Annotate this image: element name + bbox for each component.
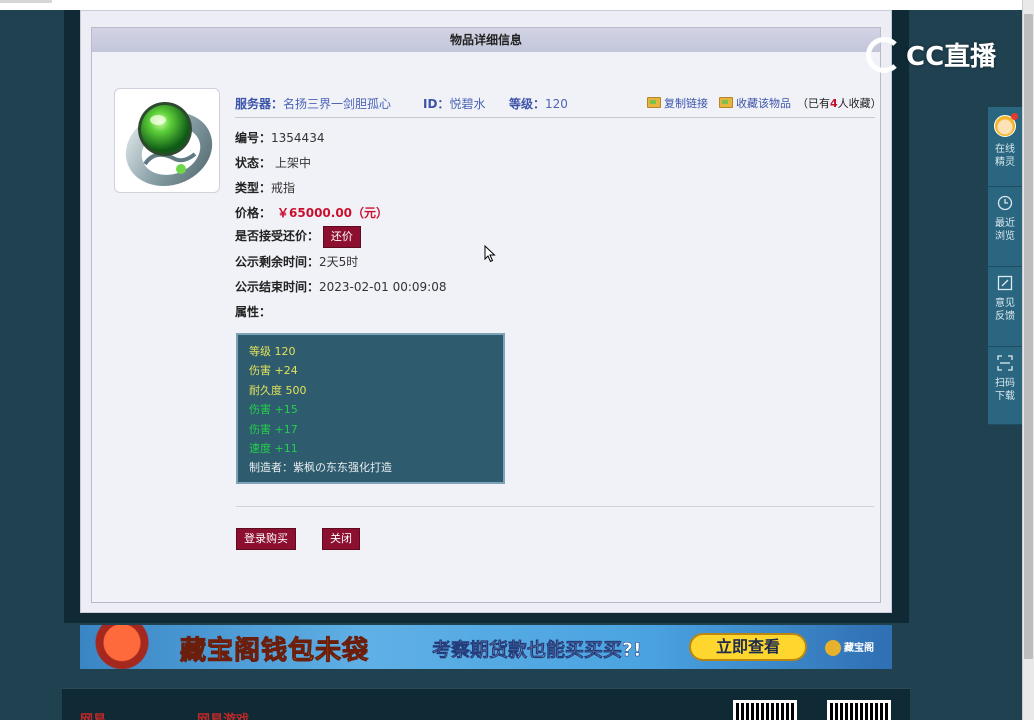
attribute-line: 伤害 +24 <box>249 364 298 378</box>
banner-view-button[interactable]: 立即查看 <box>689 633 807 661</box>
edit-icon <box>997 275 1013 291</box>
attributes-field: 属性： <box>235 303 271 320</box>
page-scrollbar[interactable] <box>1022 0 1034 720</box>
browser-tab-stub[interactable] <box>0 0 52 3</box>
banner-title: 藏宝阁钱包未袋 <box>179 636 370 667</box>
number-value: 1354434 <box>271 131 325 145</box>
item-detail-panel: 物品详细信息 服务器：名扬三界一剑胆孤心 ID：悦碧水 等级：120 复制链接 … <box>91 27 882 603</box>
avatar-icon <box>994 113 1018 137</box>
attributes-box: 等级 120 伤害 +24 耐久度 500 伤害 +15 伤害 +17 速度 +… <box>236 333 505 484</box>
scrollbar-thumb[interactable] <box>1024 14 1033 659</box>
netease-logo: 网易 <box>80 709 106 720</box>
copy-link-label: 复制链接 <box>664 97 708 110</box>
banner-subtitle: 考察期货款也能买买买?! <box>432 639 642 662</box>
side-item-recent[interactable]: 最近 浏览 <box>988 187 1022 267</box>
attribute-line: 等级 120 <box>249 345 296 358</box>
remaining-time-value: 2天5时 <box>319 255 359 269</box>
remaining-time-label: 公示剩余时间： <box>235 255 320 269</box>
type-label: 类型： <box>235 181 272 195</box>
id-field: ID：悦碧水 <box>423 95 485 112</box>
number-label: 编号： <box>235 131 272 145</box>
banner-logo: 藏宝阁 <box>825 639 874 656</box>
level-field: 等级：120 <box>509 95 568 112</box>
ring-image-icon <box>125 102 213 187</box>
id-label: ID： <box>423 97 450 111</box>
price-field: 价格： ￥65000.00（元） <box>235 204 388 221</box>
price-value: ￥65000.00（元） <box>277 206 389 220</box>
favorite-button[interactable]: 收藏该物品 <box>719 95 791 111</box>
clock-icon <box>997 195 1013 211</box>
side-item-feedback[interactable]: 意见 反馈 <box>988 267 1022 347</box>
id-value: 悦碧水 <box>449 97 486 111</box>
attributes-label: 属性： <box>235 305 272 319</box>
attribute-line: 速度 +11 <box>249 442 298 456</box>
copy-link-button[interactable]: 复制链接 <box>647 95 708 111</box>
end-time-value: 2023-02-01 00:09:08 <box>319 280 447 294</box>
favorite-label: 收藏该物品 <box>736 97 791 110</box>
end-time-field: 公示结束时间：2023-02-01 00:09:08 <box>235 278 446 295</box>
side-item-scan-download[interactable]: 扫码 下载 <box>988 347 1022 425</box>
item-header-row: 服务器：名扬三界一剑胆孤心 ID：悦碧水 等级：120 复制链接 收藏该物品 （… <box>235 90 882 118</box>
side-item-online-assistant[interactable]: 在线 精灵 <box>988 107 1022 187</box>
favorite-count: （已有4人收藏） <box>797 97 882 110</box>
netease-games-logo: 网易游戏 <box>197 709 249 720</box>
level-label: 等级： <box>509 97 546 111</box>
close-button[interactable]: 关闭 <box>322 528 360 550</box>
level-value: 120 <box>545 97 568 111</box>
status-value: 上架中 <box>275 156 312 170</box>
attribute-line: 伤害 +17 <box>249 422 298 436</box>
login-buy-button[interactable]: 登录购买 <box>236 528 296 550</box>
qr-code-icon <box>827 700 891 720</box>
bargain-button[interactable]: 还价 <box>322 226 361 248</box>
promo-banner[interactable]: 藏宝阁钱包未袋 考察期货款也能买买买?! 立即查看 藏宝阁 <box>80 625 892 669</box>
copy-link-icon <box>647 97 661 108</box>
remaining-time-field: 公示剩余时间：2天5时 <box>235 253 358 270</box>
qr-code-icon <box>733 700 797 720</box>
price-label: 价格： <box>235 206 272 220</box>
server-label: 服务器： <box>235 97 284 111</box>
attribute-line: 伤害 +15 <box>249 403 298 417</box>
watermark-text: CC直播 <box>906 42 997 72</box>
server-value: 名扬三界一剑胆孤心 <box>283 97 392 111</box>
cangbaoge-logo-icon <box>825 640 841 656</box>
cc-live-watermark: CC直播 <box>866 36 996 73</box>
favorite-folder-icon <box>719 97 733 108</box>
panel-title: 物品详细信息 <box>92 28 880 52</box>
bargain-field: 是否接受还价： 还价 <box>235 226 361 248</box>
item-image <box>114 88 220 193</box>
type-field: 类型：戒指 <box>235 179 295 196</box>
side-toolbar: 在线 精灵 最近 浏览 意见 反馈 扫码 下载 <box>988 107 1022 425</box>
attribute-line: 制造者：紫枫の东东强化打造 <box>249 461 392 475</box>
banner-character-icon <box>94 625 164 669</box>
end-time-label: 公示结束时间： <box>235 280 320 294</box>
mouse-cursor-icon <box>484 244 496 266</box>
cc-logo-icon <box>866 36 902 73</box>
number-field: 编号：1354434 <box>235 129 324 146</box>
type-value: 戒指 <box>271 181 296 195</box>
bargain-label: 是否接受还价： <box>235 229 320 243</box>
server-field: 服务器：名扬三界一剑胆孤心 <box>235 95 391 112</box>
status-label: 状态： <box>235 156 272 170</box>
page-footer: 网易 网易游戏 <box>62 688 910 720</box>
attribute-line: 耐久度 500 <box>249 383 307 397</box>
section-divider <box>236 506 874 507</box>
browser-top-strip <box>0 0 1034 10</box>
scan-icon <box>997 355 1013 371</box>
status-field: 状态： 上架中 <box>235 154 311 171</box>
